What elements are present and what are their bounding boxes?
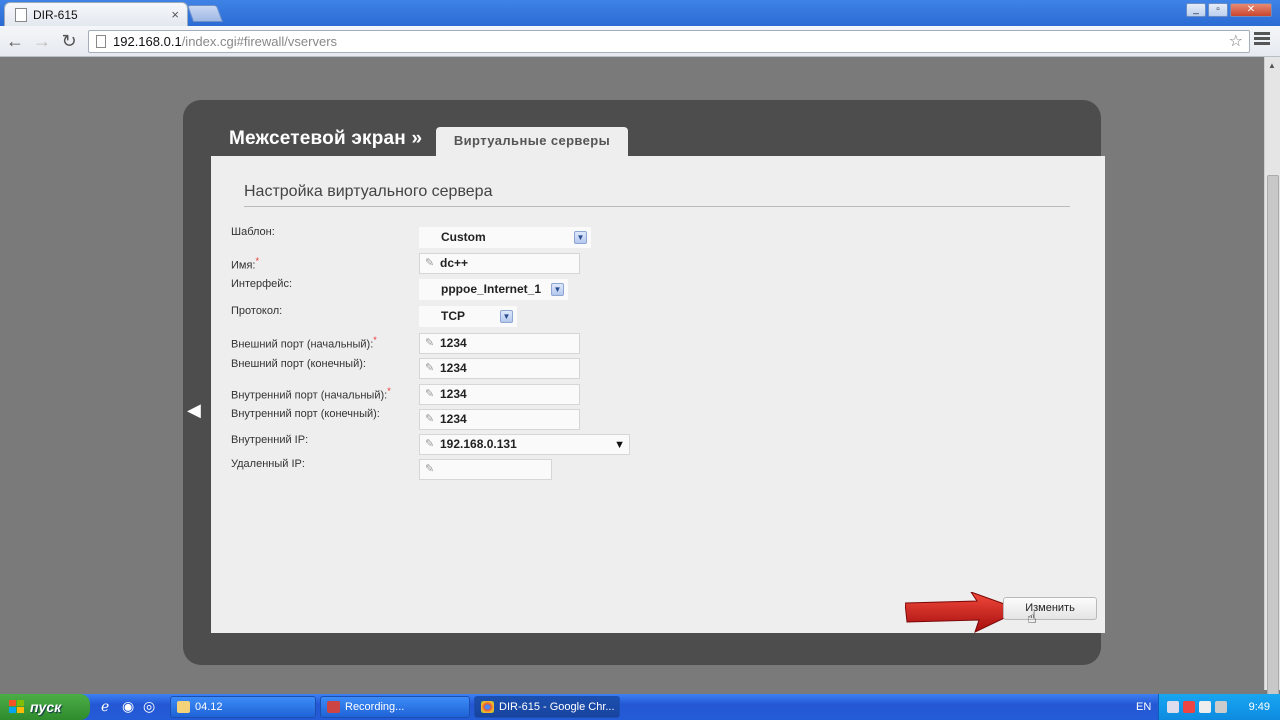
page-icon	[15, 7, 27, 22]
pencil-icon: ✎	[425, 362, 435, 374]
interface-value: pppoe_Internet_1	[441, 282, 542, 296]
chrome-quicklaunch-icon[interactable]: ◎	[143, 698, 155, 715]
ext-port-end-label: Внешний порт (конечный):	[231, 358, 366, 370]
new-tab-button[interactable]	[186, 5, 224, 22]
ext-port-start-input[interactable]: ✎ 1234	[419, 333, 580, 354]
int-port-start-input[interactable]: ✎ 1234	[419, 384, 580, 405]
int-port-end-value: 1234	[440, 412, 467, 426]
vertical-scrollbar[interactable]: ▲	[1264, 57, 1280, 720]
ext-port-end-value: 1234	[440, 361, 467, 375]
close-window-button[interactable]: ✕	[1230, 3, 1272, 17]
tab-title: DIR-615	[33, 7, 78, 22]
restore-button[interactable]: ▫	[1208, 3, 1228, 17]
task-folder[interactable]: 04.12	[170, 696, 316, 718]
pencil-icon: ✎	[425, 388, 435, 400]
chevron-down-icon[interactable]: ▼	[551, 283, 564, 296]
name-value: dc++	[440, 256, 469, 270]
reload-icon[interactable]: ↻	[58, 31, 80, 52]
ie-icon[interactable]: ℯ	[101, 698, 109, 715]
interface-select[interactable]: pppoe_Internet_1 ▼	[419, 279, 568, 300]
remote-ip-label: Удаленный IP:	[231, 458, 305, 470]
taskbar: пуск ℯ ◉ ◎ 04.12 Recording... DIR-615 - …	[0, 694, 1280, 720]
internal-ip-label: Внутренний IP:	[231, 434, 309, 446]
task-chrome[interactable]: DIR-615 - Google Chr...	[474, 696, 620, 718]
language-indicator[interactable]: EN	[1136, 694, 1151, 720]
divider	[244, 206, 1070, 207]
internal-ip-combo[interactable]: ✎ 192.168.0.131 ▼	[419, 434, 630, 455]
remote-ip-input[interactable]: ✎	[419, 459, 552, 480]
int-port-end-input[interactable]: ✎ 1234	[419, 409, 580, 430]
name-label: Имя:*	[231, 256, 260, 272]
windows-logo-icon	[9, 700, 25, 714]
protocol-select[interactable]: TCP ▼	[419, 306, 517, 327]
pencil-icon: ✎	[425, 257, 435, 269]
forward-icon[interactable]: →	[31, 31, 53, 52]
breadcrumb[interactable]: Межсетевой экран »	[229, 128, 422, 150]
clock: 9:49	[1248, 701, 1270, 713]
page-viewport: Межсетевой экран » Виртуальные серверы ◀…	[0, 57, 1264, 690]
int-port-start-label: Внутренний порт (начальный):*	[231, 386, 391, 402]
task-recording[interactable]: Recording...	[320, 696, 470, 718]
volume-icon[interactable]	[1199, 701, 1211, 713]
address-bar[interactable]: 192.168.0.1/index.cgi#firewall/vservers …	[88, 30, 1250, 53]
interface-label: Интерфейс:	[231, 278, 292, 290]
folder-icon	[177, 701, 190, 713]
tray-app-icon[interactable]	[1183, 701, 1195, 713]
chevron-down-icon[interactable]: ▼	[500, 310, 513, 323]
router-frame: Межсетевой экран » Виртуальные серверы ◀…	[183, 100, 1105, 665]
browser-titlebar: DIR-615 × _ ▫ ✕	[0, 0, 1280, 26]
change-button[interactable]: Изменить	[1003, 597, 1097, 620]
pencil-icon: ✎	[425, 438, 435, 450]
browser-tab[interactable]: DIR-615 ×	[4, 2, 188, 26]
internal-ip-value: 192.168.0.131	[440, 437, 517, 451]
pencil-icon: ✎	[425, 337, 435, 349]
pencil-icon: ✎	[425, 413, 435, 425]
chevron-down-icon[interactable]: ▼	[574, 231, 587, 244]
ext-port-start-label: Внешний порт (начальный):*	[231, 335, 377, 351]
network-icon[interactable]	[1167, 701, 1179, 713]
template-value: Custom	[441, 230, 486, 244]
close-tab-icon[interactable]: ×	[171, 7, 179, 22]
start-label: пуск	[30, 699, 62, 715]
template-label: Шаблон:	[231, 226, 275, 238]
scroll-thumb[interactable]	[1267, 175, 1279, 720]
ext-port-start-value: 1234	[440, 336, 467, 350]
window-controls: _ ▫ ✕	[1186, 3, 1272, 17]
tray-misc-icon[interactable]	[1215, 701, 1227, 713]
url-host: 192.168.0.1	[113, 34, 182, 49]
quicklaunch-icon[interactable]: ◉	[122, 698, 134, 715]
pencil-icon: ✎	[425, 463, 435, 475]
int-port-end-label: Внутренний порт (конечный):	[231, 408, 380, 420]
system-tray: 9:49	[1158, 694, 1280, 720]
menu-icon[interactable]	[1254, 32, 1270, 47]
browser-toolbar: ← → ↻ 192.168.0.1/index.cgi#firewall/vse…	[0, 26, 1280, 57]
protocol-label: Протокол:	[231, 305, 283, 317]
template-select[interactable]: Custom ▼	[419, 227, 591, 248]
bookmark-star-icon[interactable]: ☆	[1229, 31, 1243, 52]
ext-port-end-input[interactable]: ✎ 1234	[419, 358, 580, 379]
settings-panel: Настройка виртуального сервера Шаблон: C…	[211, 156, 1105, 633]
tab-virtual-servers[interactable]: Виртуальные серверы	[436, 127, 628, 156]
int-port-start-value: 1234	[440, 387, 467, 401]
minimize-button[interactable]: _	[1186, 3, 1206, 17]
start-button[interactable]: пуск	[0, 694, 90, 720]
protocol-value: TCP	[441, 309, 465, 323]
section-title: Настройка виртуального сервера	[244, 183, 493, 200]
url-path: /index.cgi#firewall/vservers	[181, 34, 338, 49]
dropdown-arrow-icon[interactable]: ▼	[614, 436, 625, 455]
scroll-up-icon[interactable]: ▲	[1268, 61, 1276, 70]
recorder-icon	[327, 701, 340, 713]
back-arrow-icon[interactable]: ◀	[187, 400, 201, 421]
hand-cursor-icon: ☝	[1027, 610, 1037, 627]
chrome-icon	[481, 701, 494, 713]
back-icon[interactable]: ←	[4, 31, 26, 52]
name-input[interactable]: ✎ dc++	[419, 253, 580, 274]
page-icon	[96, 35, 106, 48]
